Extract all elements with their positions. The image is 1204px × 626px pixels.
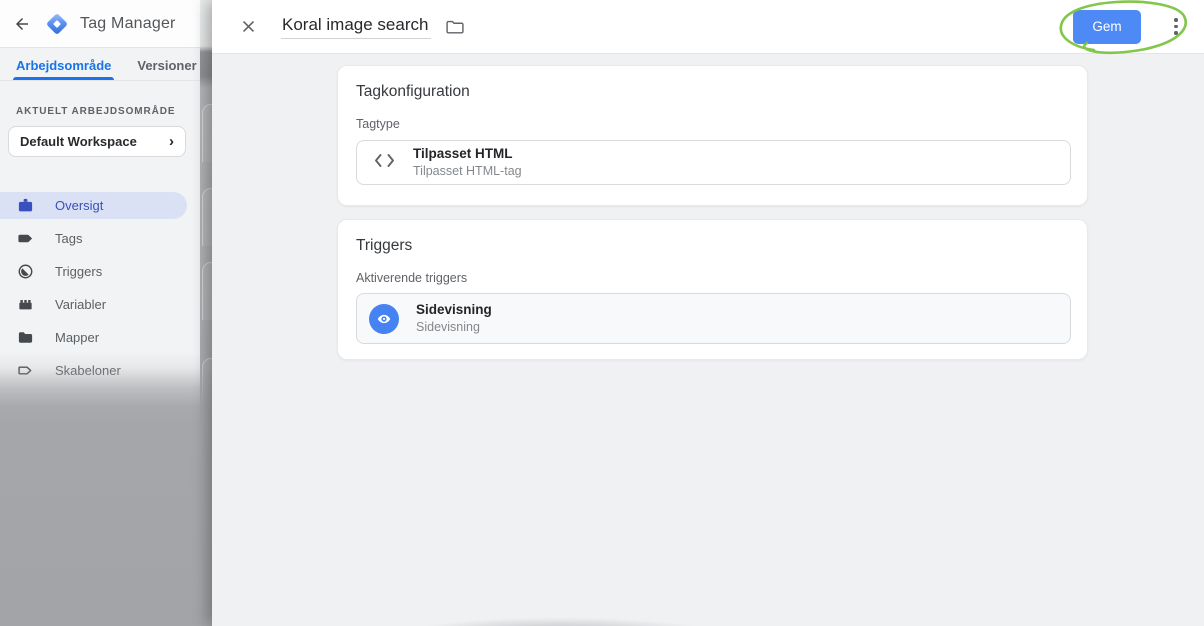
close-icon bbox=[239, 17, 258, 36]
triggers-card: Triggers Aktiverende triggers Sidevisnin… bbox=[337, 219, 1088, 360]
app-title: Tag Manager bbox=[80, 15, 176, 33]
pageview-eye-icon bbox=[369, 304, 399, 334]
dimmed-card-corner bbox=[202, 522, 212, 580]
trigger-icon bbox=[17, 263, 34, 280]
arrow-left-icon bbox=[13, 15, 31, 33]
tag-configuration-card: Tagkonfiguration Tagtype Tilpasset HTML … bbox=[337, 65, 1088, 206]
dimmed-card-corner bbox=[202, 358, 212, 416]
workspace-name: Default Workspace bbox=[20, 134, 137, 149]
close-button[interactable] bbox=[236, 15, 260, 39]
sidebar-item-tags[interactable]: Tags bbox=[0, 225, 187, 252]
sidebar-item-label: Mapper bbox=[55, 330, 99, 345]
tag-icon bbox=[17, 230, 34, 247]
dimmed-card-corner bbox=[202, 432, 212, 490]
sidebar-item-triggers[interactable]: Triggers bbox=[0, 258, 187, 285]
tag-name-field[interactable]: Koral image search bbox=[281, 14, 431, 39]
tag-type-label: Tagtype bbox=[356, 117, 1069, 131]
tab-arbejdsomraade[interactable]: Arbejdsområde bbox=[16, 58, 111, 80]
kebab-dot bbox=[1174, 25, 1178, 29]
code-icon bbox=[373, 153, 396, 173]
variables-icon bbox=[17, 296, 34, 313]
sidebar-nav: Oversigt Tags Triggers Variabler bbox=[0, 192, 200, 384]
tag-type-text: Tilpasset HTML Tilpasset HTML-tag bbox=[413, 146, 522, 179]
kebab-dot bbox=[1174, 18, 1178, 22]
editor-content: Tagkonfiguration Tagtype Tilpasset HTML … bbox=[337, 65, 1088, 360]
sidebar-header: Tag Manager bbox=[0, 0, 200, 48]
kebab-dot bbox=[1174, 31, 1178, 35]
sidebar-item-label: Triggers bbox=[55, 264, 102, 279]
tag-manager-logo-icon bbox=[44, 11, 70, 37]
sidebar-item-label: Tags bbox=[55, 231, 82, 246]
workspace-selector[interactable]: Default Workspace › bbox=[8, 126, 186, 157]
save-button[interactable]: Gem bbox=[1073, 10, 1141, 44]
trigger-text: Sidevisning Sidevisning bbox=[416, 302, 492, 335]
editor-header: Koral image search Gem bbox=[212, 0, 1204, 54]
sidebar-item-variabler[interactable]: Variabler bbox=[0, 291, 187, 318]
card-title: Tagkonfiguration bbox=[356, 83, 1069, 101]
folder-outline-icon bbox=[445, 17, 465, 37]
dimmed-card-corner bbox=[202, 262, 212, 320]
back-button[interactable] bbox=[10, 12, 34, 36]
gtm-screen: Tag Manager Arbejdsområde Versioner AKTU… bbox=[0, 0, 1204, 626]
more-options-button[interactable] bbox=[1166, 14, 1186, 40]
tag-type-description: Tilpasset HTML-tag bbox=[413, 164, 522, 179]
overview-icon bbox=[17, 197, 34, 214]
dimmed-card-corner bbox=[202, 104, 212, 162]
sidebar-item-skabeloner[interactable]: Skabeloner bbox=[0, 357, 187, 384]
dimmed-background-strip bbox=[200, 0, 212, 626]
sidebar-item-label: Oversigt bbox=[55, 198, 103, 213]
template-icon bbox=[17, 362, 34, 379]
trigger-name: Sidevisning bbox=[416, 302, 492, 318]
sidebar: Tag Manager Arbejdsområde Versioner AKTU… bbox=[0, 0, 200, 626]
chevron-right-icon: › bbox=[169, 134, 174, 149]
folder-icon bbox=[17, 329, 34, 346]
card-title: Triggers bbox=[356, 237, 1069, 255]
tab-versioner[interactable]: Versioner bbox=[137, 58, 196, 80]
dimmed-card-corner bbox=[202, 188, 212, 246]
tag-editor-overlay: Koral image search Gem Tagkonfiguration … bbox=[212, 0, 1204, 626]
trigger-row[interactable]: Sidevisning Sidevisning bbox=[356, 293, 1071, 344]
sidebar-item-mapper[interactable]: Mapper bbox=[0, 324, 187, 351]
sidebar-item-label: Variabler bbox=[55, 297, 106, 312]
tag-type-row[interactable]: Tilpasset HTML Tilpasset HTML-tag bbox=[356, 140, 1071, 185]
tag-type-name: Tilpasset HTML bbox=[413, 146, 522, 162]
current-workspace-label: AKTUELT ARBEJDSOMRÅDE bbox=[16, 106, 200, 117]
trigger-description: Sidevisning bbox=[416, 320, 492, 335]
sidebar-item-label: Skabeloner bbox=[55, 363, 121, 378]
sidebar-item-oversigt[interactable]: Oversigt bbox=[0, 192, 187, 219]
move-to-folder-button[interactable] bbox=[442, 14, 468, 40]
firing-triggers-label: Aktiverende triggers bbox=[356, 271, 1069, 285]
sidebar-tabs: Arbejdsområde Versioner bbox=[0, 48, 200, 81]
